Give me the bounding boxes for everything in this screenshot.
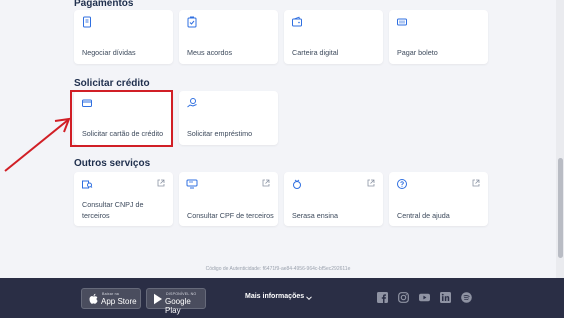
highlight-box — [70, 90, 173, 147]
card-label: Consultar CPF de terceiros — [187, 211, 274, 220]
document-list-icon — [83, 16, 91, 28]
card-label: Central de ajuda — [397, 211, 450, 220]
more-info-button[interactable]: Mais informações — [245, 293, 304, 300]
arrow-annotation-icon — [4, 117, 71, 172]
card-label: Serasa ensina — [292, 211, 338, 220]
app-store-small-text: Baixar na — [102, 292, 119, 296]
app-store-button[interactable]: Baixar na App Store — [81, 288, 141, 309]
card-label: Consultar CNPJ de — [82, 200, 144, 209]
card-label: Negociar dívidas — [82, 48, 136, 57]
linkedin-icon[interactable] — [440, 292, 451, 303]
card-label: Meus acordos — [187, 48, 233, 57]
card-pagar-boleto[interactable]: Pagar boleto — [389, 10, 488, 64]
card-label-line2: terceiros — [82, 211, 110, 220]
google-play-small-text: DISPONÍVEL NO — [166, 292, 197, 296]
card-consultar-cpf[interactable]: Consultar CPF de terceiros — [179, 172, 278, 226]
card-central-ajuda[interactable]: Central de ajuda — [389, 172, 488, 226]
section-title-solicitar-credito: Solicitar crédito — [74, 78, 150, 89]
card-meus-acordos[interactable]: Meus acordos — [179, 10, 278, 64]
card-serasa-ensina[interactable]: Serasa ensina — [284, 172, 383, 226]
google-play-button[interactable]: DISPONÍVEL NO Google Play — [146, 288, 206, 315]
app-store-label: App Store — [101, 297, 137, 306]
person-search-icon — [186, 179, 198, 189]
external-link-icon — [472, 179, 480, 187]
company-search-icon — [82, 180, 93, 189]
help-icon — [397, 179, 407, 189]
barcode-icon — [397, 18, 407, 26]
instagram-icon[interactable] — [398, 292, 409, 303]
google-play-icon — [154, 293, 162, 305]
agreement-icon — [187, 16, 197, 28]
authenticity-code: Código de Autenticidade: f6471f9-ae84-49… — [205, 266, 351, 272]
loan-icon — [187, 98, 197, 108]
external-link-icon — [157, 179, 165, 187]
youtube-icon[interactable] — [419, 292, 430, 303]
education-icon — [293, 179, 301, 189]
card-label: Solicitar empréstimo — [187, 129, 253, 138]
card-label: Carteira digital — [292, 48, 339, 57]
card-consultar-cnpj[interactable]: Consultar CNPJ de terceiros — [74, 172, 173, 226]
wallet-icon — [292, 16, 302, 27]
card-solicitar-emprestimo[interactable]: Solicitar empréstimo — [179, 91, 278, 145]
external-link-icon — [367, 179, 375, 187]
card-carteira-digital[interactable]: Carteira digital — [284, 10, 383, 64]
section-title-outros-servicos: Outros serviços — [74, 158, 151, 169]
external-link-icon — [262, 179, 270, 187]
card-label: Pagar boleto — [397, 48, 438, 57]
chevron-down-icon[interactable] — [305, 294, 313, 302]
google-play-label: Google Play — [165, 297, 191, 315]
card-negociar-dividas[interactable]: Negociar dívidas — [74, 10, 173, 64]
apple-icon — [89, 293, 98, 304]
spotify-icon[interactable] — [461, 292, 472, 303]
section-title-pagamentos: Pagamentos — [74, 0, 134, 9]
scrollbar-thumb[interactable] — [558, 158, 563, 258]
facebook-icon[interactable] — [377, 292, 388, 303]
